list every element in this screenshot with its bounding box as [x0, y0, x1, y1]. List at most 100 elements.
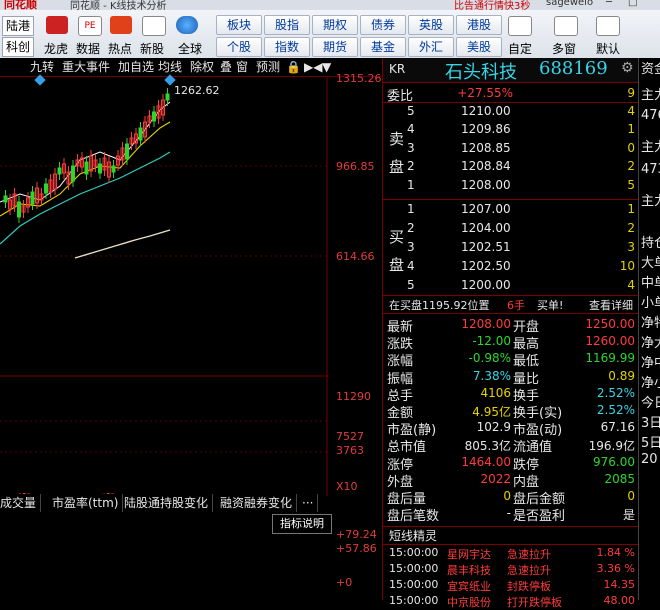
ob-price[interactable]: 1202.50 — [461, 259, 511, 273]
stat-value: 1250.00 — [569, 317, 635, 331]
tab-volume[interactable]: 成交量 — [0, 494, 41, 512]
title-bar: 同花顺 同花顺 - K线技术分析 比告通行情快3秒 sagewelo ─ □ — [0, 0, 660, 10]
indicator-help-button[interactable]: 指标说明 — [272, 514, 332, 534]
nav-bankuai[interactable]: 板块 — [216, 15, 262, 35]
tab-ex-rights[interactable]: 除权 — [190, 58, 214, 76]
ob-price[interactable]: 1204.00 — [461, 221, 511, 235]
y-label: 7527 — [336, 430, 364, 443]
tab-window[interactable]: 窗 — [236, 58, 248, 76]
stat-label: 外盘 — [387, 471, 413, 490]
strip-item: 主力 — [641, 190, 660, 209]
nav-guzhi[interactable]: 股指 — [264, 15, 310, 35]
sprite-time: 15:00:00 — [389, 594, 438, 607]
y-label: X10 — [336, 480, 358, 493]
toolbar-label-redian[interactable]: 热点 — [102, 40, 138, 57]
stat-value: -0.98% — [445, 351, 511, 365]
tab-moving-average[interactable]: 均线 — [158, 58, 182, 76]
ob-price[interactable]: 1210.00 — [461, 104, 511, 118]
lock-icon[interactable]: 🔒 — [286, 58, 301, 76]
stat-value: 4106 — [445, 386, 511, 400]
nav-qiquan[interactable]: 期权 — [312, 15, 358, 35]
sprite-title[interactable]: 短线精灵 — [389, 527, 437, 544]
tab-overlay[interactable]: 叠 — [220, 58, 232, 76]
ob-level: 5 — [407, 278, 415, 292]
toolbar-label-moren[interactable]: 默认 — [590, 40, 626, 57]
maximize-icon[interactable]: □ — [628, 0, 637, 8]
toolbar-btn-kechuang[interactable]: 科创 — [2, 37, 34, 57]
kline-chart[interactable]: 1262.62 — [0, 76, 328, 496]
strip-item: 主力 — [641, 84, 660, 103]
multi-window-icon[interactable] — [554, 16, 578, 36]
stat-value: 7.38% — [445, 369, 511, 383]
tab-pe-ttm[interactable]: 市盈率(ttm) — [48, 494, 123, 512]
promo-text[interactable]: 比告通行情快3秒 — [454, 0, 530, 10]
custom-grid-icon[interactable] — [508, 16, 532, 36]
nav-jijin[interactable]: 基金 — [360, 37, 406, 57]
stat-label: 盘后量 — [387, 488, 426, 507]
ob-level: 5 — [407, 104, 415, 118]
ob-volume: 2 — [615, 221, 635, 235]
sprite-stock[interactable]: 星网宇达 — [447, 546, 491, 562]
ob-level: 2 — [407, 221, 415, 235]
dragon-tiger-icon[interactable] — [46, 16, 68, 34]
nav-meigu[interactable]: 美股 — [456, 37, 502, 57]
pe-data-icon[interactable]: PE — [78, 16, 102, 36]
tab-forecast[interactable]: 预测 — [256, 58, 280, 76]
ob-price[interactable]: 1209.86 — [461, 122, 511, 136]
nav-waihui[interactable]: 外汇 — [408, 37, 454, 57]
user-name[interactable]: sagewelo — [546, 0, 593, 8]
tab-jiuzhuan[interactable]: 九转 — [30, 58, 54, 76]
ob-price[interactable]: 1208.85 — [461, 141, 511, 155]
minimize-icon[interactable]: ─ — [606, 0, 612, 8]
candle-body — [112, 166, 115, 172]
nav-yinggu[interactable]: 英股 — [408, 15, 454, 35]
sprite-time: 15:00:00 — [389, 578, 438, 591]
globe-icon[interactable] — [176, 16, 198, 34]
stat-label: 金额 — [387, 402, 413, 421]
sprite-stock[interactable]: 宜宾纸业 — [447, 578, 491, 594]
sprite-value: 14.35 — [579, 578, 635, 591]
new-stock-icon[interactable] — [142, 16, 166, 36]
sprite-stock[interactable]: 中京股份 — [447, 594, 491, 610]
ob-price[interactable]: 1208.00 — [461, 178, 511, 192]
buy-side-label-1: 买 — [389, 226, 404, 247]
nav-zhaiquan[interactable]: 债券 — [360, 15, 406, 35]
nav-qihuo[interactable]: 期货 — [312, 37, 358, 57]
tab-add-watchlist[interactable]: 加自选 — [118, 58, 154, 76]
gear-icon[interactable]: ⚙ — [621, 60, 634, 76]
ob-price[interactable]: 1207.00 — [461, 202, 511, 216]
tab-hk-connect[interactable]: 陆股通持股变化 — [120, 494, 213, 512]
view-detail-link[interactable]: 查看详细 — [589, 297, 633, 313]
tab-major-events[interactable]: 重大事件 — [62, 58, 110, 76]
strip-item: 今日 — [641, 392, 660, 411]
tab-more[interactable]: ··· — [298, 494, 318, 512]
stat-value: 2.52% — [569, 386, 635, 400]
hot-spot-icon[interactable] — [110, 16, 132, 34]
stat-label: 量比 — [513, 368, 539, 387]
toolbar-label-duochuang[interactable]: 多窗 — [546, 40, 582, 57]
toolbar-label-ziding[interactable]: 自定 — [502, 40, 538, 57]
candle-body — [72, 166, 75, 181]
buy-order-link[interactable]: 买单! — [537, 297, 563, 313]
stat-label: 内盘 — [513, 471, 539, 490]
toolbar-label-longhu[interactable]: 龙虎 — [38, 40, 74, 57]
arrow-toggle-icon[interactable]: ▶◀ — [304, 58, 322, 76]
toolbar-label-shuju[interactable]: 数据 — [70, 40, 106, 57]
toolbar-label-xingu[interactable]: 新股 — [134, 40, 170, 57]
stat-label: 市盈(静) — [387, 419, 436, 438]
home-icon[interactable] — [596, 16, 620, 36]
nav-ganggu[interactable]: 港股 — [456, 15, 502, 35]
ob-price[interactable]: 1202.51 — [461, 240, 511, 254]
nav-gegu[interactable]: 个股 — [216, 37, 262, 57]
strip-item: 持仓 — [641, 232, 660, 251]
toolbar-label-quanqiu[interactable]: 全球 — [172, 40, 208, 57]
nav-zhishu[interactable]: 指数 — [264, 37, 310, 57]
stat-value: 1169.99 — [569, 351, 635, 365]
tab-margin[interactable]: 融资融券变化 — [216, 494, 297, 512]
sprite-stock[interactable]: 晨丰科技 — [447, 562, 491, 578]
ob-price[interactable]: 1208.84 — [461, 159, 511, 173]
ob-price[interactable]: 1200.00 — [461, 278, 511, 292]
ob-level: 1 — [407, 178, 415, 192]
toolbar-btn-lugang[interactable]: 陆港 — [2, 16, 34, 36]
stat-value: 0 — [569, 489, 635, 503]
